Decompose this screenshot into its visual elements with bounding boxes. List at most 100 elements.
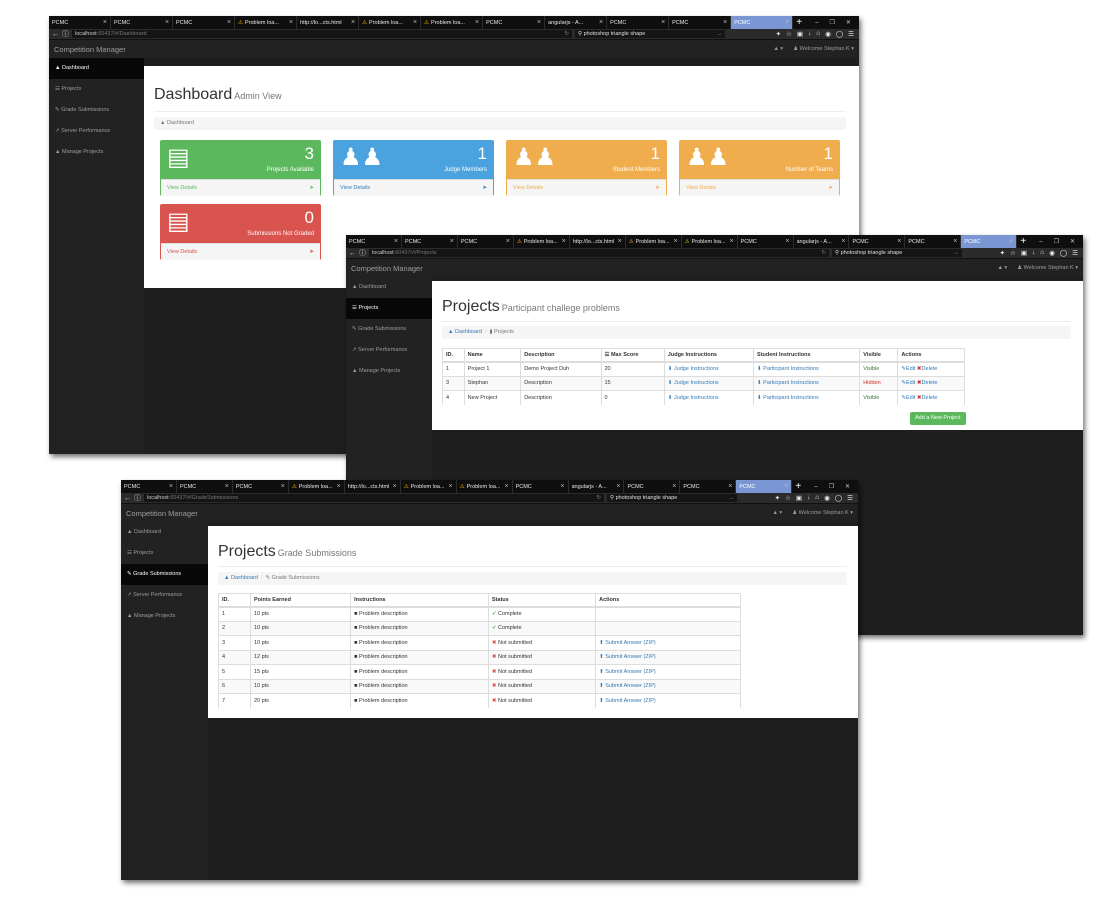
search-go-icon[interactable]: → [954, 249, 960, 257]
restore-icon[interactable]: ❐ [1054, 238, 1059, 245]
view-details-link[interactable]: View Details ➤ [161, 243, 320, 260]
info-icon[interactable]: ⓘ [359, 248, 366, 258]
wrench-icon[interactable]: ✦ [775, 494, 780, 502]
browser-tab[interactable]: http://lo...cts.html × [570, 235, 626, 248]
restore-icon[interactable]: ❐ [829, 483, 834, 490]
close-tab-icon[interactable]: × [506, 238, 510, 245]
bell-icon[interactable]: ▲ ▾ [772, 510, 782, 516]
clipboard-icon[interactable]: ▣ [1021, 249, 1027, 257]
app-brand[interactable]: Competition Manager [351, 264, 423, 273]
search-box[interactable]: ⚲ photoshop triangle shape → [607, 494, 737, 502]
download-icon[interactable]: ↓ [808, 30, 811, 38]
user-menu[interactable]: ♟ Welcome Stephan K ▾ [1017, 265, 1078, 271]
close-tab-icon[interactable]: × [450, 238, 454, 245]
close-tab-icon[interactable]: × [729, 238, 733, 245]
browser-tab[interactable]: angularjs - A... × [569, 480, 625, 493]
back-icon[interactable]: ← [349, 250, 356, 257]
close-window-icon[interactable]: ✕ [846, 19, 851, 26]
submit-answer-button[interactable]: ⬆ Submit Answer (ZIP) [599, 640, 656, 646]
problem-description-link[interactable]: Problem description [359, 654, 408, 660]
bell-icon[interactable]: ▲ ▾ [773, 46, 783, 52]
user-menu[interactable]: ♟ Welcome Stephan K ▾ [792, 510, 853, 516]
minimize-icon[interactable]: – [814, 484, 817, 490]
search-go-icon[interactable]: → [729, 494, 735, 502]
sidebar-item-projects[interactable]: ☰ Projects [121, 543, 208, 564]
pocket-icon[interactable]: ◯ [836, 30, 843, 38]
close-window-icon[interactable]: ✕ [1070, 238, 1075, 245]
browser-tab[interactable]: PCMC × [680, 480, 737, 493]
app-brand[interactable]: Competition Manager [126, 509, 198, 518]
close-tab-icon[interactable]: × [841, 238, 845, 245]
close-tab-icon[interactable]: × [413, 19, 417, 26]
home-icon[interactable]: ⌂ [815, 494, 819, 502]
menu-icon[interactable]: ☰ [848, 30, 854, 38]
close-tab-icon[interactable]: × [661, 19, 665, 26]
info-icon[interactable]: ⓘ [62, 29, 69, 39]
addon-icon[interactable]: ◉ [824, 494, 830, 502]
browser-tab[interactable]: http://lo...cts.html × [297, 16, 360, 29]
browser-tab[interactable]: PCMC × [849, 235, 906, 248]
search-box[interactable]: ⚲ photoshop triangle shape → [575, 30, 725, 38]
browser-tab[interactable]: ⚠ Problem loa... × [359, 16, 422, 29]
sidebar-item-projects[interactable]: ☰ Projects [49, 79, 144, 100]
close-tab-icon[interactable]: × [953, 238, 957, 245]
close-tab-icon[interactable]: × [674, 238, 678, 245]
close-tab-icon[interactable]: × [337, 483, 341, 490]
browser-tab[interactable]: angularjs - A... × [794, 235, 850, 248]
sidebar-item-manage-projects[interactable]: ▲ Manage Projects [49, 142, 144, 163]
close-tab-icon[interactable]: × [289, 19, 293, 26]
browser-tab[interactable]: http://lo...cts.html × [345, 480, 401, 493]
new-tab-icon[interactable]: + [793, 16, 805, 29]
back-icon[interactable]: ← [124, 495, 131, 502]
pocket-icon[interactable]: ◯ [1060, 249, 1067, 257]
breadcrumb-dashboard-link[interactable]: ▲ Dashboard [448, 329, 482, 335]
close-tab-icon[interactable]: × [449, 483, 453, 490]
close-tab-icon[interactable]: × [672, 483, 676, 490]
browser-tab[interactable]: ⚠ Problem loa... × [626, 235, 682, 248]
reload-icon[interactable]: ↻ [596, 494, 601, 502]
close-tab-icon[interactable]: × [227, 19, 231, 26]
edit-button[interactable]: ✎Edit [901, 380, 915, 386]
view-details-link[interactable]: View Details ➤ [680, 179, 839, 196]
download-icon[interactable]: ↓ [807, 494, 810, 502]
submit-answer-button[interactable]: ⬆ Submit Answer (ZIP) [599, 669, 656, 675]
participant-instructions-link[interactable]: ⬇ Participant Instructions [757, 395, 819, 401]
close-tab-icon[interactable]: × [537, 19, 541, 26]
user-menu[interactable]: ♟ Welcome Stephan K ▾ [793, 46, 854, 52]
browser-tab[interactable]: PCMC × [738, 235, 794, 248]
sidebar-item-projects[interactable]: ☰ Projects [346, 298, 432, 319]
close-tab-icon[interactable]: × [103, 19, 107, 26]
participant-instructions-link[interactable]: ⬇ Participant Instructions [757, 380, 819, 386]
close-tab-icon[interactable]: × [165, 19, 169, 26]
browser-tab[interactable]: PCMC × [233, 480, 289, 493]
back-icon[interactable]: ← [52, 31, 59, 38]
breadcrumb-dashboard-link[interactable]: ▲ Dashboard [224, 575, 258, 581]
submit-answer-button[interactable]: ⬆ Submit Answer (ZIP) [599, 683, 656, 689]
search-box[interactable]: ⚲ photoshop triangle shape → [832, 249, 962, 257]
browser-tab[interactable]: PCMC × [49, 16, 112, 29]
close-tab-icon[interactable]: × [897, 238, 901, 245]
close-tab-icon[interactable]: × [504, 483, 508, 490]
edit-button[interactable]: ✎Edit [901, 395, 915, 401]
problem-description-link[interactable]: Problem description [359, 611, 408, 617]
close-tab-icon[interactable]: × [728, 483, 732, 490]
restore-icon[interactable]: ❐ [830, 19, 835, 26]
home-icon[interactable]: ⌂ [1040, 249, 1044, 257]
sidebar-item-dashboard[interactable]: ▲ Dashboard [346, 277, 432, 298]
browser-tab[interactable]: PCMC × [177, 480, 233, 493]
edit-button[interactable]: ✎Edit [901, 366, 915, 372]
wrench-icon[interactable]: ✦ [776, 30, 781, 38]
search-go-icon[interactable]: → [717, 30, 723, 38]
submit-answer-button[interactable]: ⬆ Submit Answer (ZIP) [599, 698, 656, 704]
delete-button[interactable]: ✖Delete [915, 380, 938, 386]
download-icon[interactable]: ↓ [1032, 249, 1035, 257]
menu-icon[interactable]: ☰ [1072, 249, 1078, 257]
delete-button[interactable]: ✖Delete [915, 366, 938, 372]
browser-tab[interactable]: PCMC × [458, 235, 514, 248]
url-bar[interactable]: localhost:60437/#/Projects ↻ [369, 249, 829, 257]
close-tab-icon[interactable]: × [784, 483, 788, 490]
judge-instructions-link[interactable]: ⬇ Judge Instructions [668, 380, 719, 386]
browser-tab[interactable]: PCMC × [961, 235, 1018, 248]
sidebar-item-server-performance[interactable]: ↗ Server Performance [49, 121, 144, 142]
browser-tab[interactable]: PCMC × [669, 16, 732, 29]
